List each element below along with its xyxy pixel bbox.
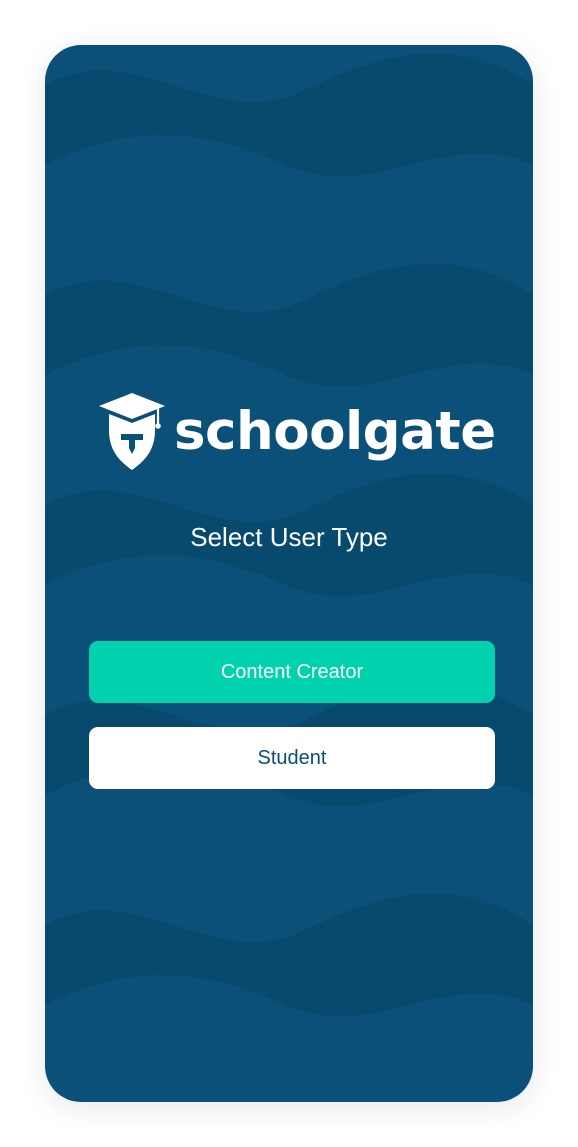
brand-name: schoolgate [174,401,496,462]
brand-logo: schoolgate [95,390,496,475]
app-screen: schoolgate Select User Type Content Crea… [45,45,533,1102]
content-creator-button[interactable]: Content Creator [89,641,495,703]
student-button[interactable]: Student [89,727,495,789]
wave-background-pattern [45,53,533,1017]
page-title: Select User Type [190,522,388,552]
page: schoolgate Select User Type Content Crea… [0,0,578,1147]
graduation-cap-pen-icon [99,393,165,470]
